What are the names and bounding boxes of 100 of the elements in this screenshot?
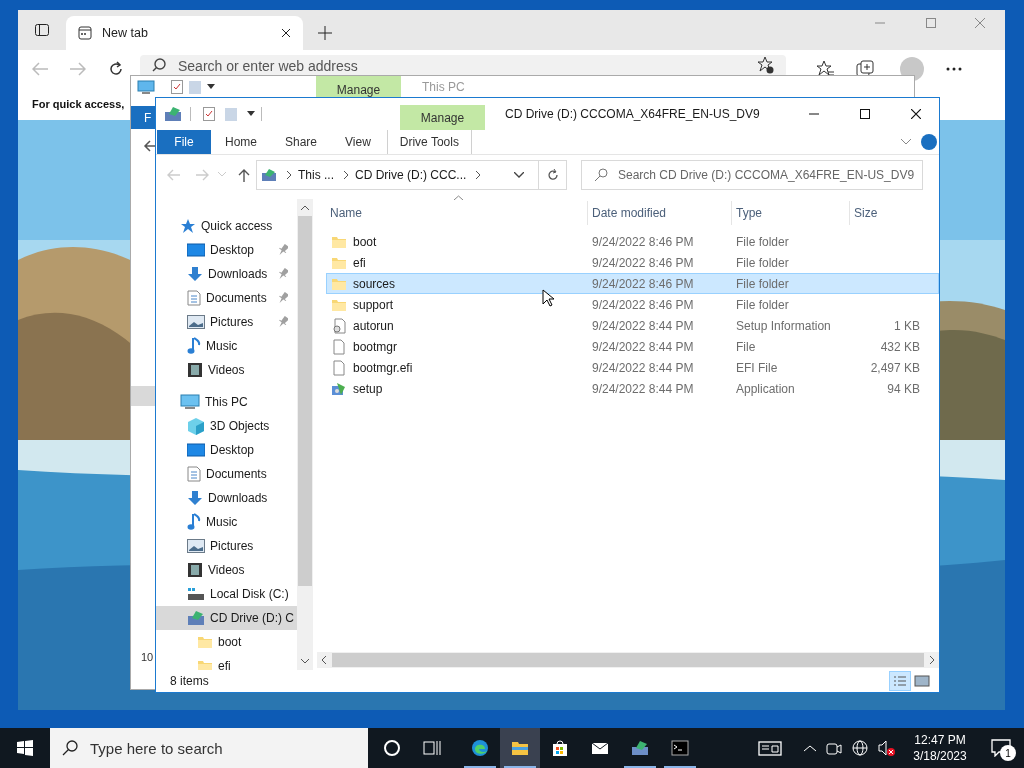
nav-item[interactable] [131,386,156,406]
nav-item[interactable]: 3D Objects [156,414,297,438]
table-cell-text: File folder [735,233,790,251]
nav-item[interactable]: Videos [156,558,297,582]
task-view-icon [423,739,441,757]
file-row[interactable]: efi 9/24/2022 8:46 PM File folder [326,252,939,273]
nav-item[interactable]: This PC [156,390,297,414]
terminal-icon [671,739,689,757]
cd-drive-icon [164,106,182,122]
dropdown-icon [247,111,255,117]
monitor-icon [187,443,205,457]
dropdown-icon [207,84,215,90]
table-cell-text: File folder [735,254,790,272]
clock-date[interactable]: 3/18/2023 [913,748,967,764]
table-cell-text: 9/24/2022 8:46 PM [591,233,695,251]
address-field[interactable]: Search or enter web address [140,55,786,77]
new-tab-icon [78,26,92,40]
nav-item[interactable]: Local Disk (C:) [156,582,297,606]
mouse-cursor-icon [542,289,554,307]
taskbar-button[interactable] [500,728,540,768]
table-cell-text: EFI File [735,359,779,377]
maximize-icon [926,18,936,28]
file-icon [331,359,347,376]
sort-ascending-icon [454,195,463,200]
ribbon-tab[interactable]: Drive Tools [386,130,472,154]
file-name: sources [353,275,396,293]
nav-item[interactable]: Downloads [156,486,297,510]
ribbon-tab[interactable]: Home [211,130,271,154]
clock-time[interactable]: 12:47 PM [914,732,966,748]
page-text: For quick access, [32,96,125,112]
column-header[interactable]: Type [731,201,849,225]
file-row[interactable]: sources 9/24/2022 8:46 PM File folder [326,273,939,294]
browser-tab[interactable]: New tab [66,16,303,50]
file-name: boot [353,233,377,251]
search-field[interactable]: Search CD Drive (D:) CCCOMA_X64FRE_EN-US_DV9 [581,160,923,190]
nav-item[interactable]: Documents [156,462,297,486]
more-icon [946,67,962,71]
installer-icon [331,380,347,397]
status-text: 8 items [170,673,209,690]
breadcrumb[interactable]: This ... [298,166,334,184]
nav-item[interactable]: Music [156,334,297,358]
music-note-icon [187,337,201,355]
scroll-down-icon [301,659,309,664]
folder-icon [189,80,201,94]
file-row[interactable]: setup 9/24/2022 8:44 PM Application 94 KB [326,378,939,399]
drive-icon [187,587,205,601]
file-row[interactable]: support 9/24/2022 8:46 PM File folder [326,294,939,315]
file-name: efi [353,254,366,272]
search-icon [594,168,608,182]
ribbon-tab[interactable]: Share [271,130,332,154]
column-header[interactable]: Size [849,201,925,225]
breadcrumb[interactable]: CD Drive (D:) CCC... [355,166,467,184]
help-icon[interactable] [921,134,937,150]
scroll-left-icon [321,656,326,664]
nav-item[interactable]: Downloads [156,262,297,286]
nav-item[interactable]: CD Drive (D:) C [156,606,297,630]
back-window-file-tab[interactable]: F [131,106,155,129]
table-cell-text: File folder [735,275,790,293]
taskbar-search-field[interactable]: Type here to search [50,728,368,768]
nav-item[interactable]: boot [156,630,297,654]
chevron-icon [476,171,482,179]
scrollbar[interactable] [317,652,939,668]
file-name: bootmgr [353,338,398,356]
nav-item[interactable]: Desktop [156,238,297,262]
back-icon [166,169,180,181]
file-row[interactable]: bootmgr 9/24/2022 8:44 PM File 432 KB [326,336,939,357]
file-row[interactable]: bootmgr.efi 9/24/2022 8:44 PM EFI File 2,497 KB [326,357,939,378]
context-tab[interactable]: Manage [400,105,485,130]
globe-icon [852,740,868,756]
nav-item[interactable]: Pictures [156,534,297,558]
nav-item[interactable]: Videos [156,358,297,382]
details-view-icon [891,673,909,689]
column-header[interactable]: Name [326,201,587,225]
file-row[interactable]: boot 9/24/2022 8:46 PM File folder [326,231,939,252]
nav-item[interactable]: Pictures [156,310,297,334]
nav-item[interactable]: Documents [156,286,297,310]
file-row[interactable]: autorun 9/24/2022 8:44 PM Setup Information 1 KB [326,315,939,336]
column-header[interactable]: Date modified [587,201,731,225]
cube-icon [187,417,205,435]
refresh-icon [108,61,124,77]
nav-item[interactable]: Music [156,510,297,534]
cd-drive-icon [187,610,205,626]
ribbon-tab[interactable]: File [157,130,211,154]
ribbon-tab[interactable]: View [331,130,385,154]
properties-icon [171,80,183,94]
properties-icon [203,107,215,121]
tab-actions-icon [34,22,50,38]
forward-icon [70,62,86,76]
scrollbar[interactable] [297,199,313,670]
table-cell-text: Setup Information [735,317,832,335]
nav-item[interactable]: Quick access [156,214,297,238]
table-cell-text: 9/24/2022 8:44 PM [591,317,695,335]
forward-icon [196,169,210,181]
address-bar[interactable]: This ... CD Drive (D:) CCC... [256,160,567,190]
context-tab[interactable]: Manage [316,76,401,98]
nav-item[interactable]: Desktop [156,438,297,462]
ribbon-expand-icon [901,139,911,145]
nav-item[interactable]: efi [156,654,297,670]
picture-icon [187,539,205,553]
folder-icon [197,658,213,670]
